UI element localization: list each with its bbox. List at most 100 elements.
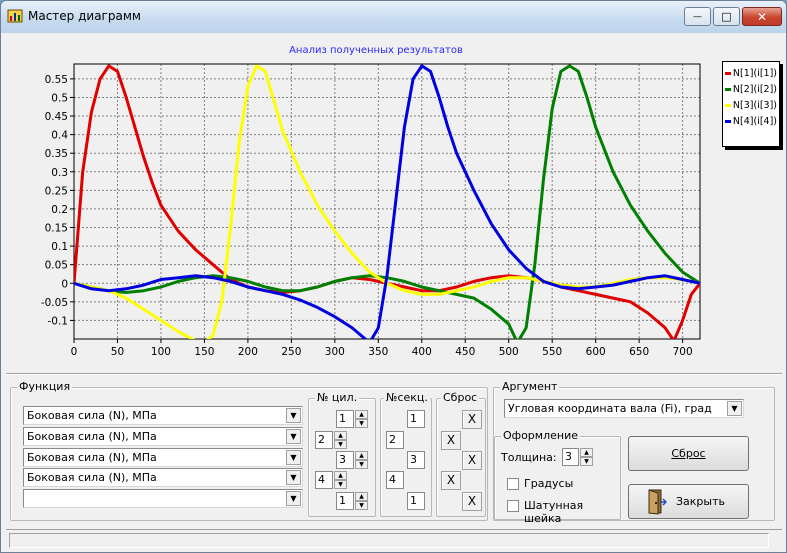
y-tick-label: 0.55 — [45, 74, 68, 86]
crank-pin-checkbox[interactable] — [507, 500, 519, 512]
legend-swatch — [725, 71, 731, 75]
cylinder-input-5[interactable]: 1 — [336, 492, 354, 510]
exit-door-icon — [648, 489, 667, 515]
client-area: Анализ полученных результатов 0 50 100 150 2… — [6, 33, 782, 550]
function-select-4[interactable]: Боковая сила (N), МПа ▼ — [23, 468, 303, 487]
chevron-down-icon[interactable]: ▼ — [286, 450, 301, 465]
spin-down-icon[interactable]: ▼ — [355, 460, 368, 469]
reset-group-label: Сброс — [441, 391, 480, 404]
degrees-checkbox[interactable] — [507, 478, 519, 490]
title-bar[interactable]: Мастер диаграмм — □ ✕ — [1, 1, 786, 33]
x-tick-label: 100 — [151, 346, 171, 358]
y-tick-label: 0.05 — [45, 260, 68, 272]
y-tick-label: 0.15 — [45, 223, 68, 235]
cylinder-spinner-4[interactable]: ▲ ▼ — [334, 471, 347, 489]
spin-down-icon[interactable]: ▼ — [355, 501, 368, 510]
section-input-5[interactable]: 1 — [407, 492, 425, 510]
section-input-4[interactable]: 4 — [386, 471, 404, 489]
chevron-down-icon[interactable]: ▼ — [286, 429, 301, 444]
section-input-1[interactable]: 1 — [407, 410, 425, 428]
cylinder-input-3[interactable]: 3 — [336, 451, 354, 469]
x-tick-label: 200 — [238, 346, 258, 358]
reset-row-3-button[interactable]: X — [462, 451, 482, 470]
spin-up-icon[interactable]: ▲ — [334, 431, 347, 440]
close-button[interactable]: Закрыть — [628, 484, 749, 519]
y-tick-label: 0.4 — [51, 130, 68, 142]
cylinder-spinner-1[interactable]: ▲ ▼ — [355, 410, 368, 428]
argument-select[interactable]: Угловая координата вала (Fi), град ▼ — [504, 399, 744, 418]
y-tick-label: 0.45 — [45, 111, 68, 123]
spin-up-icon[interactable]: ▲ — [355, 410, 368, 419]
design-group: Оформление Толщина: 3 ▲ ▼ Градусы Шатунна… — [494, 429, 621, 525]
spin-down-icon[interactable]: ▼ — [334, 440, 347, 449]
x-tick-label: 0 — [71, 346, 78, 358]
reset-row-2-button[interactable]: X — [441, 431, 461, 450]
spin-up-icon[interactable]: ▲ — [355, 451, 368, 460]
minimize-button[interactable]: — — [684, 7, 711, 26]
cylinder-group-label: № цил. — [315, 391, 360, 404]
y-tick-label: 0.5 — [51, 92, 68, 104]
app-icon — [7, 9, 23, 23]
cylinder-input-2[interactable]: 2 — [315, 431, 333, 449]
x-tick-label: 50 — [111, 346, 124, 358]
chevron-down-icon[interactable]: ▼ — [286, 408, 301, 423]
argument-group-label: Аргумент — [500, 380, 560, 393]
cylinder-spinner-2[interactable]: ▲ ▼ — [334, 431, 347, 449]
close-button-label: Закрыть — [676, 495, 725, 508]
close-window-button[interactable]: ✕ — [742, 7, 782, 26]
reset-group: Сброс X X X X X — [436, 391, 486, 517]
function-select-value: Боковая сила (N), МПа — [27, 409, 157, 422]
x-tick-label: 300 — [325, 346, 345, 358]
legend-label: N[2](i[2]) — [732, 83, 777, 95]
maximize-button[interactable]: □ — [713, 7, 740, 26]
close-icon: ✕ — [756, 9, 768, 24]
cylinder-input-4[interactable]: 4 — [315, 471, 333, 489]
chart-panel: Анализ полученных результатов 0 50 100 150 2… — [6, 33, 782, 373]
chevron-down-icon[interactable]: ▼ — [286, 470, 301, 485]
reset-row-1-button[interactable]: X — [462, 410, 482, 429]
function-select-value: Боковая сила (N), МПа — [27, 430, 157, 443]
function-group: Функция Боковая сила (N), МПа ▼ Боковая с… — [10, 380, 488, 521]
reset-row-5-button[interactable]: X — [462, 492, 482, 511]
spin-up-icon[interactable]: ▲ — [334, 471, 347, 480]
y-tick-label: 0.1 — [51, 241, 68, 253]
spin-up-icon[interactable]: ▲ — [580, 448, 593, 457]
cylinder-input-1[interactable]: 1 — [336, 410, 354, 428]
y-tick-label: 0.35 — [45, 148, 68, 160]
window-title: Мастер диаграмм — [28, 9, 141, 23]
function-select-3[interactable]: Боковая сила (N), МПа ▼ — [23, 448, 303, 467]
chart-plot: 0 50 100 150 200 250 300 350 400 450 500 550 600 650 7… — [41, 63, 701, 358]
maximize-icon: □ — [721, 10, 732, 23]
chevron-down-icon[interactable]: ▼ — [727, 401, 742, 416]
legend-label: N[1](i[1]) — [732, 67, 777, 79]
cylinder-spinner-3[interactable]: ▲ ▼ — [355, 451, 368, 469]
cylinder-spinner-5[interactable]: ▲ ▼ — [355, 492, 368, 510]
y-tick-label: -0.05 — [41, 297, 68, 309]
legend-item-1: N[1](i[1]) — [725, 65, 777, 81]
chevron-down-icon[interactable]: ▼ — [286, 491, 301, 506]
reset-button[interactable]: Сброс — [628, 436, 749, 471]
legend-swatch — [725, 87, 731, 91]
function-select-5[interactable]: ▼ — [23, 489, 303, 508]
function-group-label: Функция — [17, 380, 73, 393]
x-tick-label: 650 — [629, 346, 649, 358]
y-tick-label: 0.2 — [51, 204, 68, 216]
crank-pin-label: Шатунная шейка — [524, 499, 584, 525]
spin-down-icon[interactable]: ▼ — [355, 419, 368, 428]
section-input-3[interactable]: 3 — [407, 451, 425, 469]
reset-row-4-button[interactable]: X — [441, 471, 461, 490]
spin-up-icon[interactable]: ▲ — [355, 492, 368, 501]
section-input-2[interactable]: 2 — [386, 431, 404, 449]
x-tick-label: 250 — [281, 346, 301, 358]
x-tick-label: 550 — [542, 346, 562, 358]
thickness-spinner[interactable]: ▲ ▼ — [580, 448, 593, 466]
function-select-1[interactable]: Боковая сила (N), МПа ▼ — [23, 406, 303, 425]
y-tick-label: 0.3 — [51, 167, 68, 179]
spin-down-icon[interactable]: ▼ — [580, 457, 593, 466]
cylinder-group: № цил. 1 ▲ ▼ 2 ▲ ▼ 3 ▲ ▼ 4 ▲ ▼ 1 ▲ ▼ — [308, 391, 376, 517]
function-select-2[interactable]: Боковая сила (N), МПа ▼ — [23, 427, 303, 446]
x-tick-label: 700 — [673, 346, 693, 358]
thickness-input[interactable]: 3 — [562, 448, 579, 466]
spin-down-icon[interactable]: ▼ — [334, 480, 347, 489]
minimize-icon: — — [693, 11, 702, 22]
